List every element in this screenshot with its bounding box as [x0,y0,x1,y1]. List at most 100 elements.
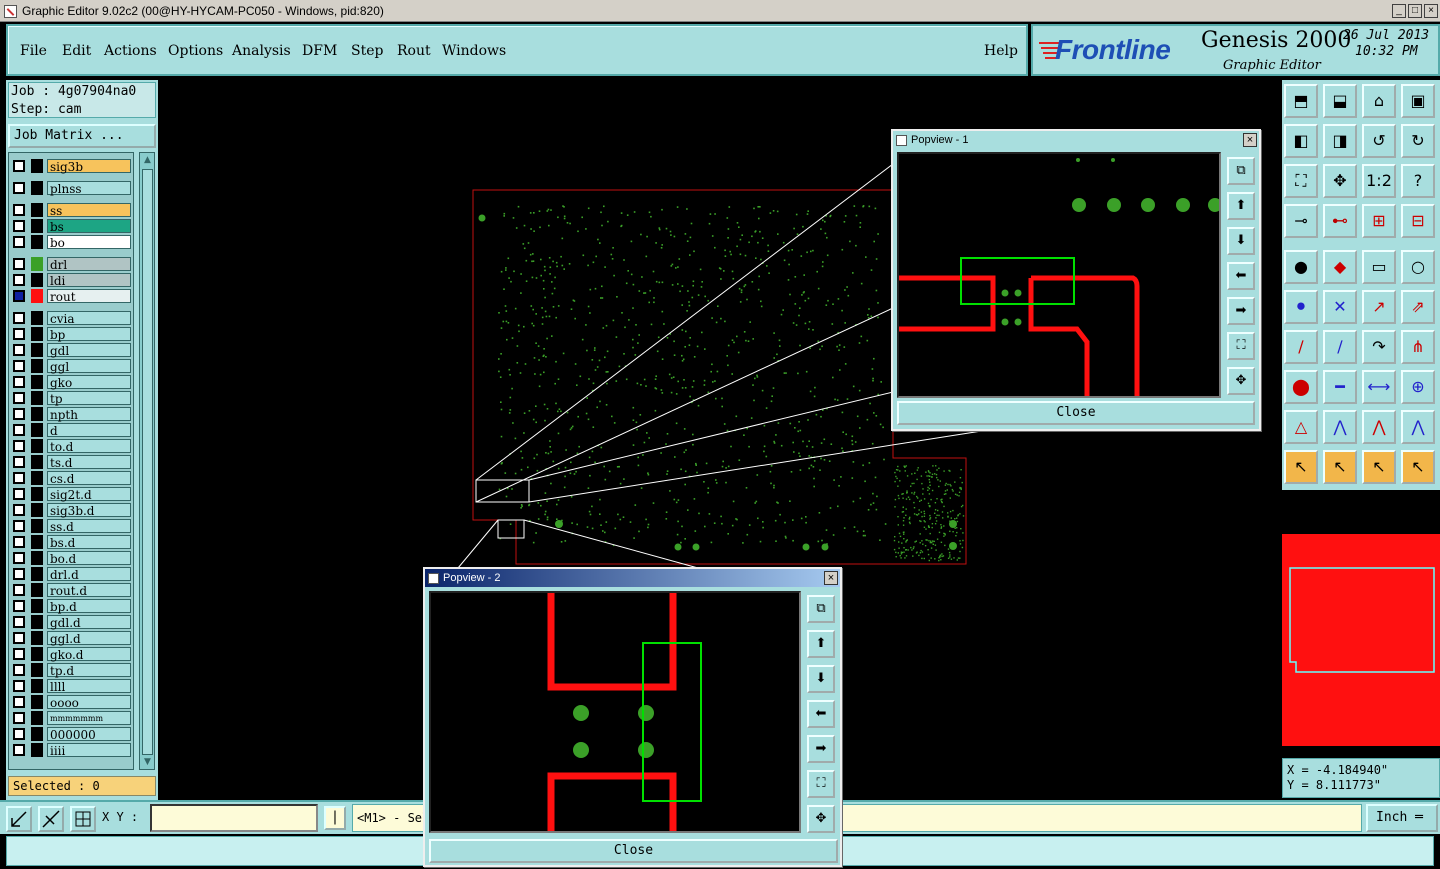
layer-label[interactable]: drl [47,257,131,272]
layer-label[interactable]: bp [47,327,131,342]
redo-view-button[interactable]: ↻ [1401,124,1435,158]
layer-checkbox[interactable] [13,680,25,692]
layer-checkbox[interactable] [13,536,25,548]
snap-tool-button[interactable]: ⊷ [1323,204,1357,238]
layer-label[interactable]: ldi [47,273,131,288]
layer-checkbox[interactable] [13,312,25,324]
layer-checkbox[interactable] [13,664,25,676]
layer-label[interactable]: cvia [47,311,131,326]
popview-1-center-view-button[interactable]: ✥ [1227,367,1255,395]
layer-color-swatch[interactable] [31,455,43,469]
popview-2-fit-view-button[interactable]: ⛶ [807,770,835,798]
layer-label[interactable]: ggl.d [47,631,131,646]
layer-color-swatch[interactable] [31,631,43,645]
layer-color-swatch[interactable] [31,439,43,453]
popview-2-pan-right-button[interactable]: ➡ [807,735,835,763]
layer-color-swatch[interactable] [31,273,43,287]
layer-row-ss.d[interactable]: ss.d [11,519,131,534]
layer-color-swatch[interactable] [31,679,43,693]
layer-row-llll[interactable]: llll [11,679,131,694]
select-pointer-button[interactable]: ↖ [1284,450,1318,484]
layer-row-bo.d[interactable]: bo.d [11,551,131,566]
node-edit-button[interactable]: ⚫ [1284,290,1318,324]
layer-color-swatch[interactable] [31,257,43,271]
layer-color-swatch[interactable] [31,343,43,357]
popview-2-close-icon[interactable]: × [824,571,838,585]
layer-row-bs[interactable]: bs [11,219,131,234]
layer-label[interactable]: d [47,423,131,438]
layer-row-tp[interactable]: tp [11,391,131,406]
wave-tool-button[interactable]: ⋀ [1401,410,1435,444]
layer-row-d[interactable]: d [11,423,131,438]
pan-left-button[interactable]: ◧ [1284,124,1318,158]
layer-color-swatch[interactable] [31,471,43,485]
popview-2-pan-left-button[interactable]: ⬅ [807,700,835,728]
layer-color-swatch[interactable] [31,375,43,389]
circle-tool-button[interactable]: ○ [1401,250,1435,284]
layer-row-sig3b[interactable]: sig3b [11,159,131,174]
layer-label[interactable]: ss.d [47,519,131,534]
layer-label[interactable]: bp.d [47,599,131,614]
layer-color-swatch[interactable] [31,407,43,421]
popview-2-canvas[interactable] [429,591,801,833]
layer-color-swatch[interactable] [31,503,43,517]
layer-color-swatch[interactable] [31,551,43,565]
draw-poly-button[interactable]: ◆ [1323,250,1357,284]
layer-color-swatch[interactable] [31,311,43,325]
layer-checkbox[interactable] [13,160,25,172]
layer-label[interactable]: sig3b [47,159,131,174]
scroll-thumb[interactable] [142,169,153,755]
menu-file[interactable]: File [20,43,47,59]
layer-color-swatch[interactable] [31,615,43,629]
layer-checkbox[interactable] [13,258,25,270]
layer-row-gko.d[interactable]: gko.d [11,647,131,662]
layer-checkbox[interactable] [13,392,25,404]
layer-checkbox[interactable] [13,712,25,724]
layer-checkbox[interactable] [13,520,25,532]
vertex-tool-button[interactable]: ⋀ [1323,410,1357,444]
layer-label[interactable]: rout [47,289,131,304]
menu-dfm[interactable]: DFM [302,43,337,59]
menu-analysis[interactable]: Analysis [232,43,291,59]
pan-right-button[interactable]: ◨ [1323,124,1357,158]
select-box-button[interactable]: ↖ [1323,450,1357,484]
layer-label[interactable]: sig2t.d [47,487,131,502]
layer-row-cvia[interactable]: cvia [11,311,131,326]
layer-checkbox[interactable] [13,488,25,500]
cut-node-button[interactable]: ✕ [1323,290,1357,324]
minimize-button[interactable]: _ [1392,4,1406,18]
layer-checkbox[interactable] [13,696,25,708]
layer-checkbox[interactable] [13,616,25,628]
pad-select-button[interactable]: ⬤ [1284,370,1318,404]
layer-row-bs.d[interactable]: bs.d [11,535,131,550]
popview-1-canvas[interactable] [897,152,1221,398]
layer-label[interactable]: gko.d [47,647,131,662]
layer-color-swatch[interactable] [31,519,43,533]
popview-1-close-button[interactable]: Close [897,401,1255,425]
layer-label[interactable]: plnss [47,181,131,196]
fit-all-button[interactable]: ⛶ [1284,164,1318,198]
layer-compare-button[interactable]: ⊞ [1362,204,1396,238]
layer-row-rout.d[interactable]: rout.d [11,583,131,598]
layer-checkbox[interactable] [13,290,25,302]
zoom-home-button[interactable] [6,806,32,832]
group-tool-button[interactable]: ⊕ [1401,370,1435,404]
layer-label[interactable]: drl.d [47,567,131,582]
job-matrix-button[interactable]: Job Matrix ... [8,124,156,148]
layer-label[interactable]: 000000 [47,727,131,742]
layer-row-plnss[interactable]: plnss [11,181,131,196]
scroll-up-arrow-icon[interactable]: ▲ [142,155,153,166]
layer-label[interactable]: llll [47,679,131,694]
layer-row-sig3b.d[interactable]: sig3b.d [11,503,131,518]
layer-label[interactable]: gdl.d [47,615,131,630]
layer-row-to.d[interactable]: to.d [11,439,131,454]
layer-checkbox[interactable] [13,344,25,356]
close-window-button[interactable]: × [1424,4,1438,18]
popview-1-fit-view-button[interactable]: ⛶ [1227,332,1255,360]
menu-windows[interactable]: Windows [442,43,506,59]
layer-label[interactable]: bs [47,219,131,234]
layer-label[interactable]: oooo [47,695,131,710]
maximize-button[interactable]: □ [1408,4,1422,18]
layer-checkbox[interactable] [13,376,25,388]
layer-row-drl.d[interactable]: drl.d [11,567,131,582]
